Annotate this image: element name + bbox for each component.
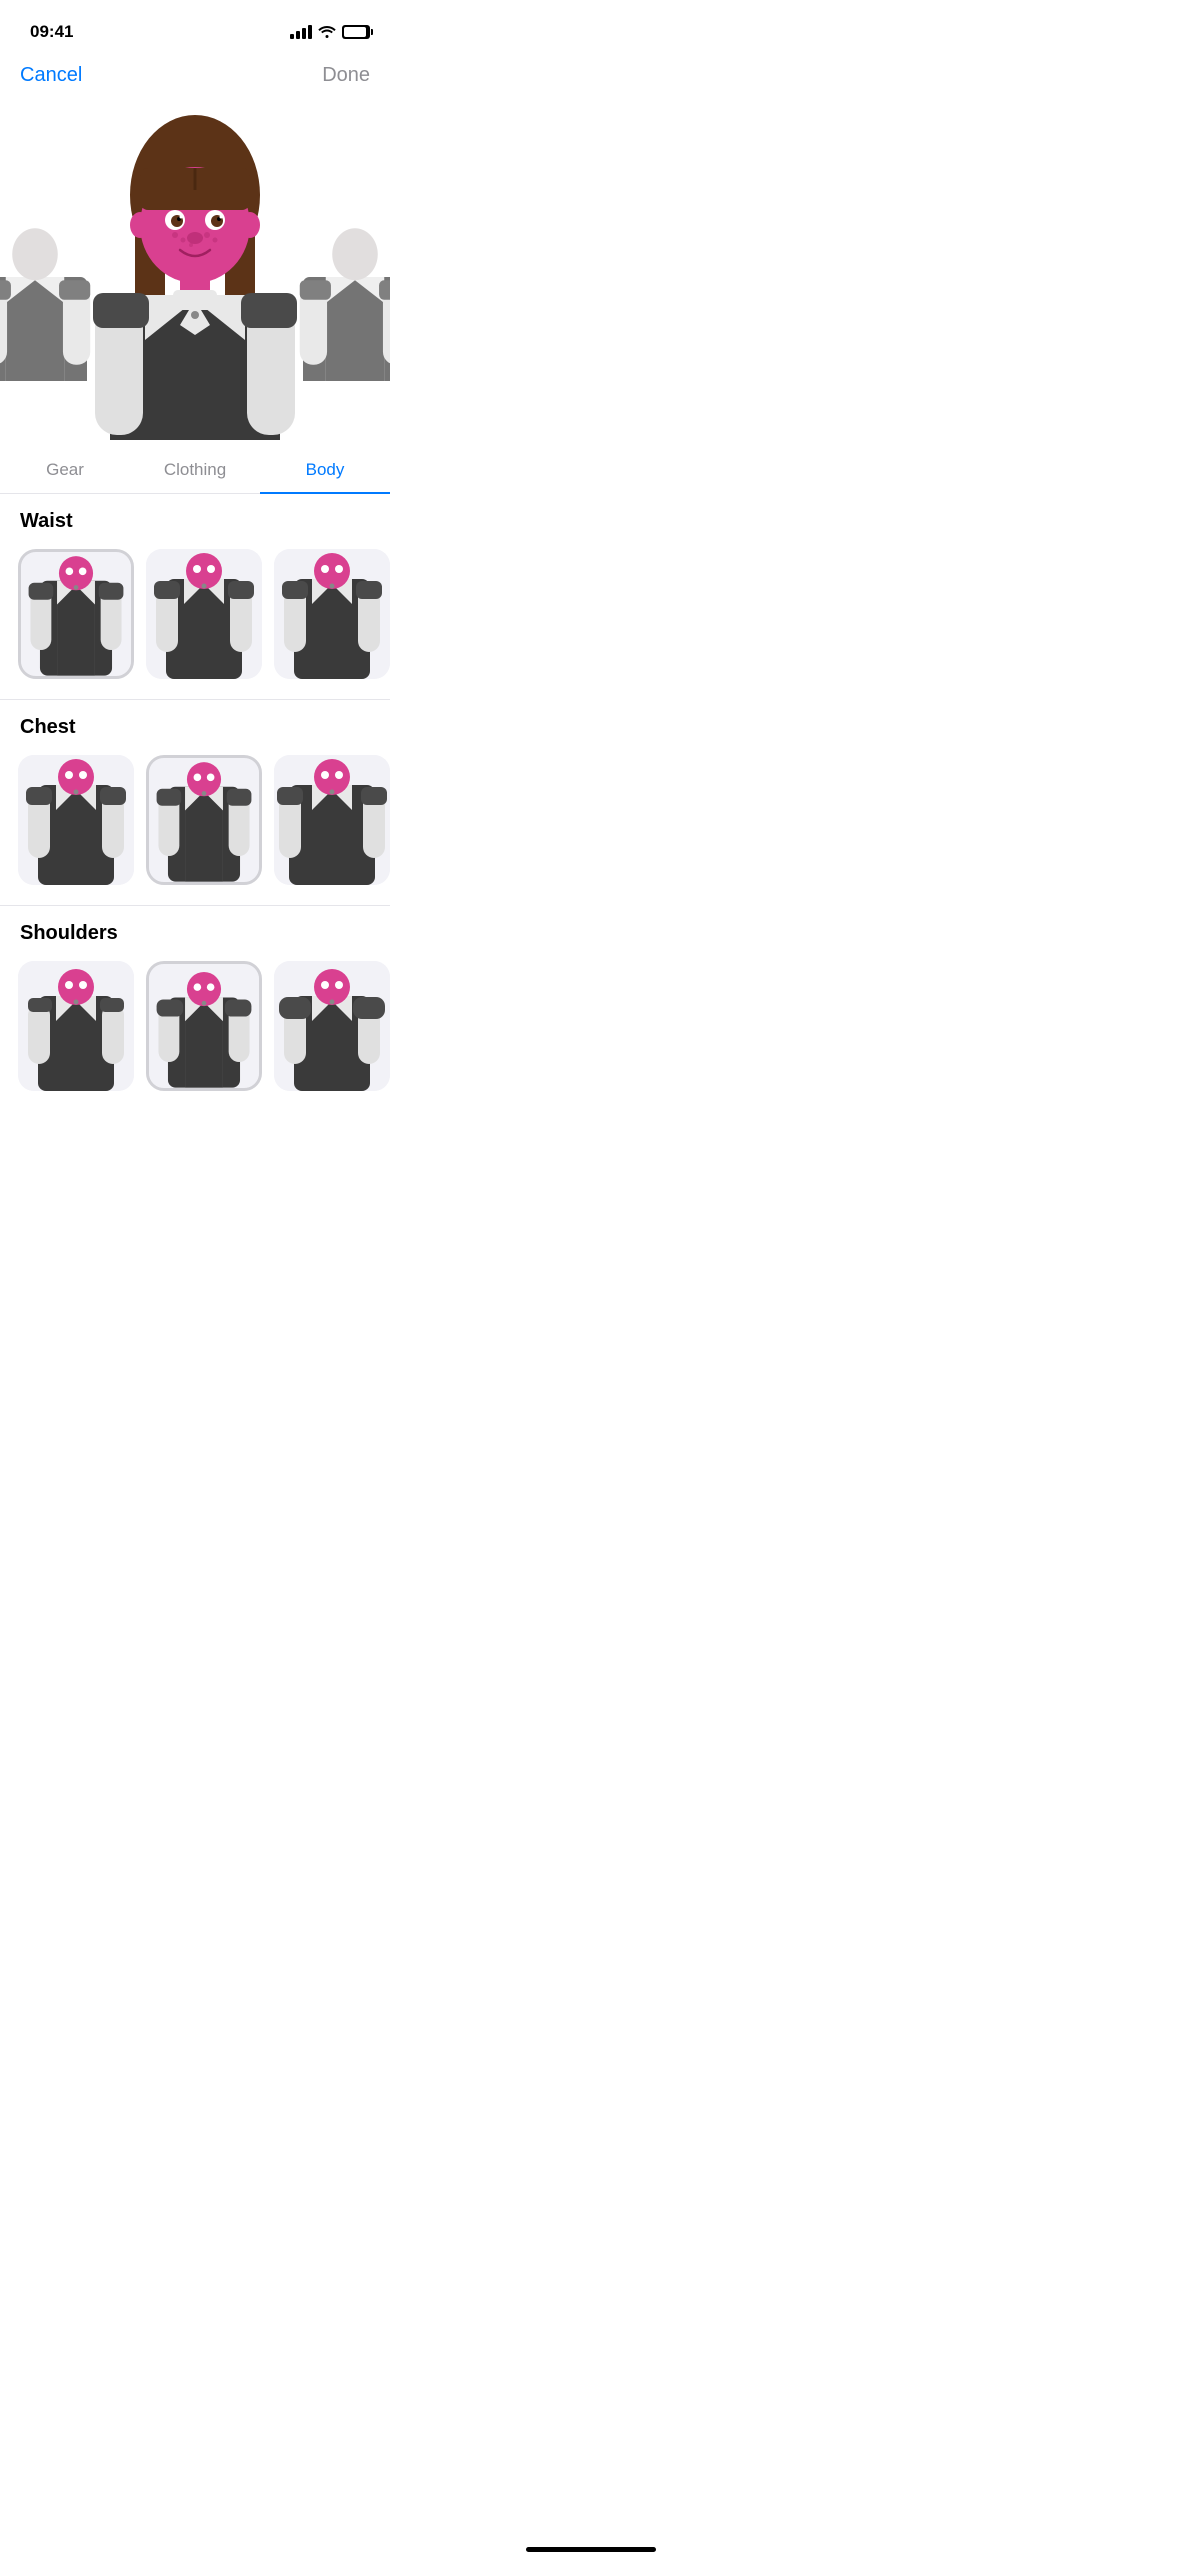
chest-item-2[interactable]: [146, 755, 262, 885]
chest-items: [0, 751, 390, 889]
chest-item-1[interactable]: [18, 755, 134, 885]
waist-items: [0, 545, 390, 683]
done-button[interactable]: Done: [322, 64, 370, 87]
shoulders-items: [0, 957, 390, 1095]
avatar-preview: [0, 100, 390, 440]
shoulders-item-1[interactable]: [18, 961, 134, 1091]
chest-title: Chest: [0, 716, 390, 751]
chest-section: Chest: [0, 700, 390, 905]
waist-section: Waist: [0, 494, 390, 699]
waist-item-2[interactable]: [146, 549, 262, 679]
shoulders-title: Shoulders: [0, 922, 390, 957]
segment-gear[interactable]: Gear: [0, 452, 130, 493]
waist-title: Waist: [0, 510, 390, 545]
status-icons: [290, 24, 370, 41]
segment-clothing[interactable]: Clothing: [130, 452, 260, 493]
avatar-right: [290, 160, 390, 440]
nav-bar: Cancel Done: [0, 50, 390, 100]
segment-control: Gear Clothing Body: [0, 440, 390, 494]
shoulders-item-3[interactable]: [274, 961, 390, 1091]
waist-item-1[interactable]: [18, 549, 134, 679]
wifi-icon: [318, 24, 336, 41]
chest-item-3[interactable]: [274, 755, 390, 885]
home-indicator: [526, 2547, 656, 2552]
cancel-button[interactable]: Cancel: [20, 64, 82, 87]
battery-icon: [342, 25, 370, 39]
segment-body[interactable]: Body: [260, 452, 390, 494]
status-bar: 09:41: [0, 0, 390, 50]
signal-icon: [290, 25, 312, 39]
shoulders-section: Shoulders: [0, 906, 390, 1111]
shoulders-item-2[interactable]: [146, 961, 262, 1091]
waist-item-3[interactable]: [274, 549, 390, 679]
status-time: 09:41: [30, 22, 73, 42]
